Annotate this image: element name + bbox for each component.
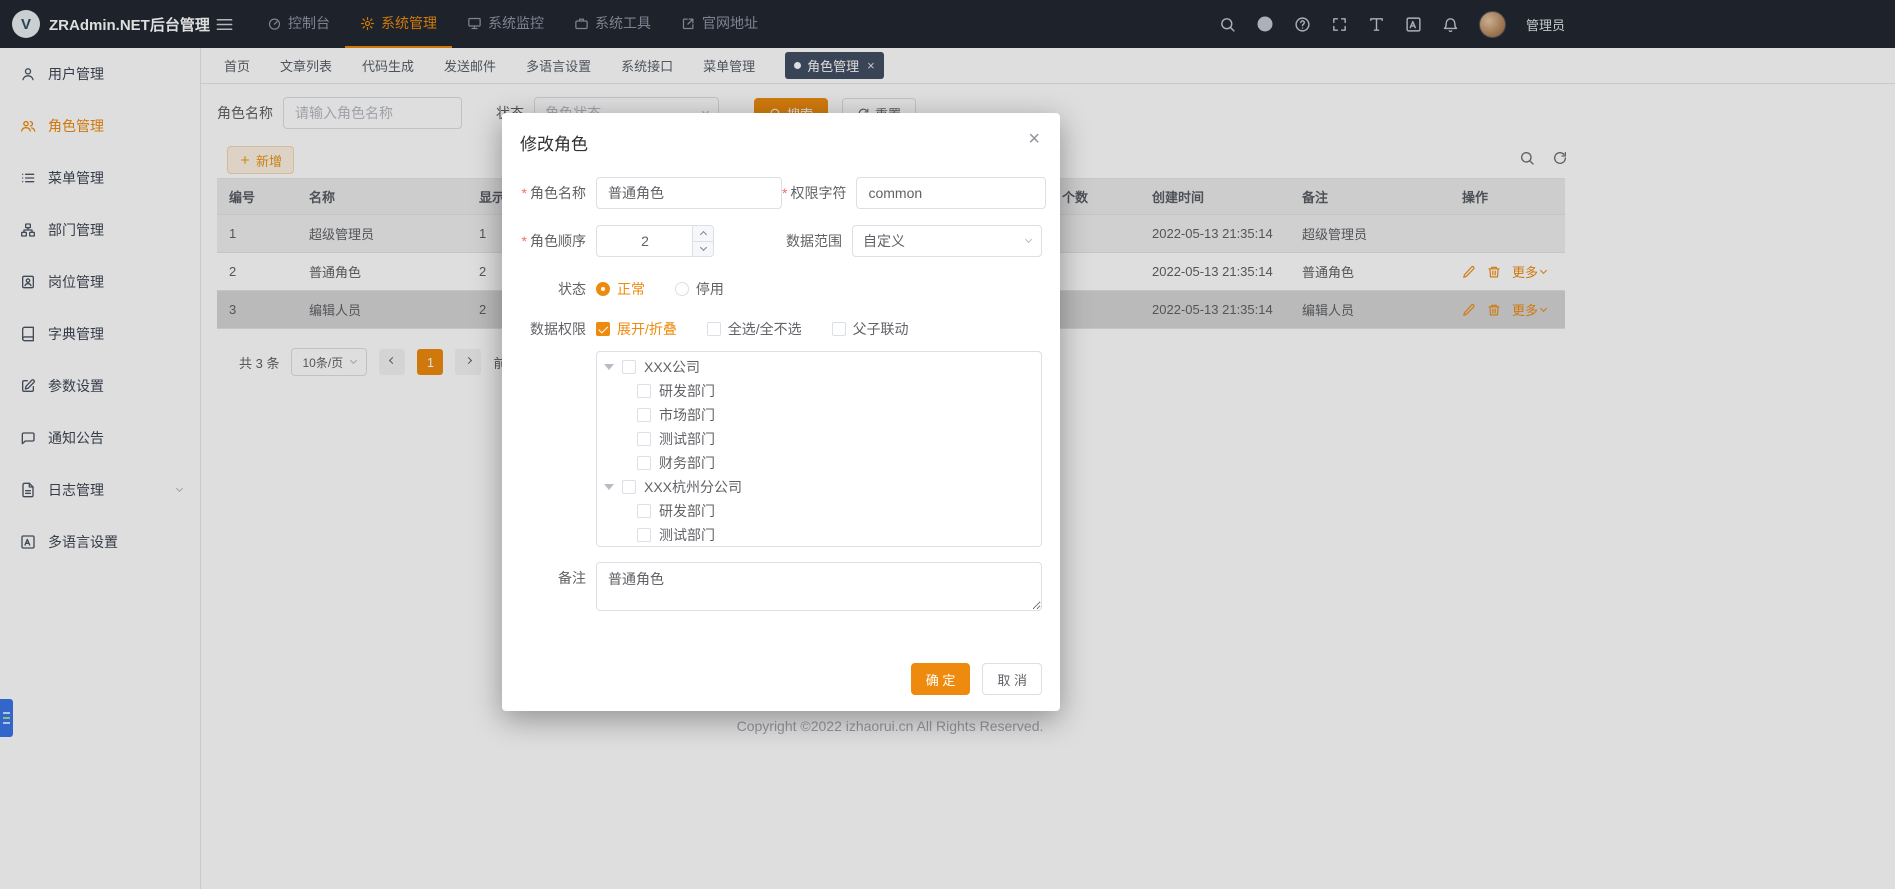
confirm-button[interactable]: 确 定 — [911, 663, 971, 695]
role-name-label: *角色名称 — [502, 177, 596, 209]
permission-tree: XXX公司 研发部门 市场部门 测试部门 财务部门 XXX杭州分公司 — [596, 351, 1042, 547]
dialog-footer: 确 定 取 消 — [911, 663, 1042, 695]
checkbox-select-all[interactable]: 全选/全不选 — [707, 313, 802, 345]
tree-node[interactable]: 测试部门 — [597, 427, 1041, 451]
tree-node[interactable]: 测试部门 — [597, 523, 1041, 547]
checkbox-expand-collapse[interactable]: 展开/折叠 — [596, 313, 677, 345]
checkbox-icon[interactable] — [637, 384, 651, 398]
tree-node[interactable]: XXX公司 — [597, 355, 1041, 379]
checkbox-icon[interactable] — [637, 456, 651, 470]
checkbox-icon[interactable] — [622, 480, 636, 494]
radio-icon — [675, 282, 689, 296]
checkbox-parent-child-link[interactable]: 父子联动 — [832, 313, 909, 345]
edit-role-dialog: 修改角色 × *角色名称 *权限字符 *角色顺序 — [502, 113, 1060, 711]
permission-checkbox-group: 展开/折叠 全选/全不选 父子联动 — [596, 313, 935, 345]
status-radio-group: 正常 停用 — [596, 273, 750, 305]
decrease-button[interactable] — [693, 242, 713, 257]
tree-node[interactable]: XXX杭州分公司 — [597, 475, 1041, 499]
checkbox-icon — [707, 322, 721, 336]
data-scope-value: 自定义 — [863, 231, 905, 251]
role-key-input[interactable] — [856, 177, 1046, 209]
chevron-down-icon — [1025, 236, 1032, 243]
radio-disabled[interactable]: 停用 — [675, 273, 724, 305]
caret-down-icon[interactable] — [604, 484, 614, 490]
role-name-input[interactable] — [596, 177, 782, 209]
checkbox-icon[interactable] — [622, 360, 636, 374]
radio-icon — [596, 282, 610, 296]
tree-node[interactable]: 市场部门 — [597, 403, 1041, 427]
checkbox-icon[interactable] — [637, 408, 651, 422]
data-permission-label: 数据权限 — [502, 313, 596, 345]
radio-normal[interactable]: 正常 — [596, 273, 645, 305]
role-sort-label: *角色顺序 — [502, 225, 596, 257]
caret-down-icon[interactable] — [604, 364, 614, 370]
data-scope-select[interactable]: 自定义 — [852, 225, 1042, 257]
checkbox-icon — [596, 322, 610, 336]
status-label: 状态 — [502, 273, 596, 305]
tree-node[interactable]: 研发部门 — [597, 499, 1041, 523]
checkbox-icon[interactable] — [637, 504, 651, 518]
tree-node[interactable]: 研发部门 — [597, 379, 1041, 403]
role-sort-stepper[interactable] — [596, 225, 714, 257]
dialog-body: *角色名称 *权限字符 *角色顺序 数据范围 — [502, 167, 1060, 611]
dialog-header: 修改角色 × — [502, 113, 1060, 167]
checkbox-icon[interactable] — [637, 432, 651, 446]
remark-label: 备注 — [502, 562, 596, 611]
increase-button[interactable] — [693, 226, 713, 242]
data-scope-label: 数据范围 — [782, 225, 852, 257]
cancel-button[interactable]: 取 消 — [982, 663, 1042, 695]
tree-node[interactable]: 财务部门 — [597, 451, 1041, 475]
dialog-title: 修改角色 — [520, 135, 588, 154]
remark-textarea[interactable]: 普通角色 — [596, 562, 1042, 611]
checkbox-icon — [832, 322, 846, 336]
close-icon[interactable]: × — [1028, 129, 1040, 149]
role-key-label: *权限字符 — [782, 177, 856, 209]
checkbox-icon[interactable] — [637, 528, 651, 542]
